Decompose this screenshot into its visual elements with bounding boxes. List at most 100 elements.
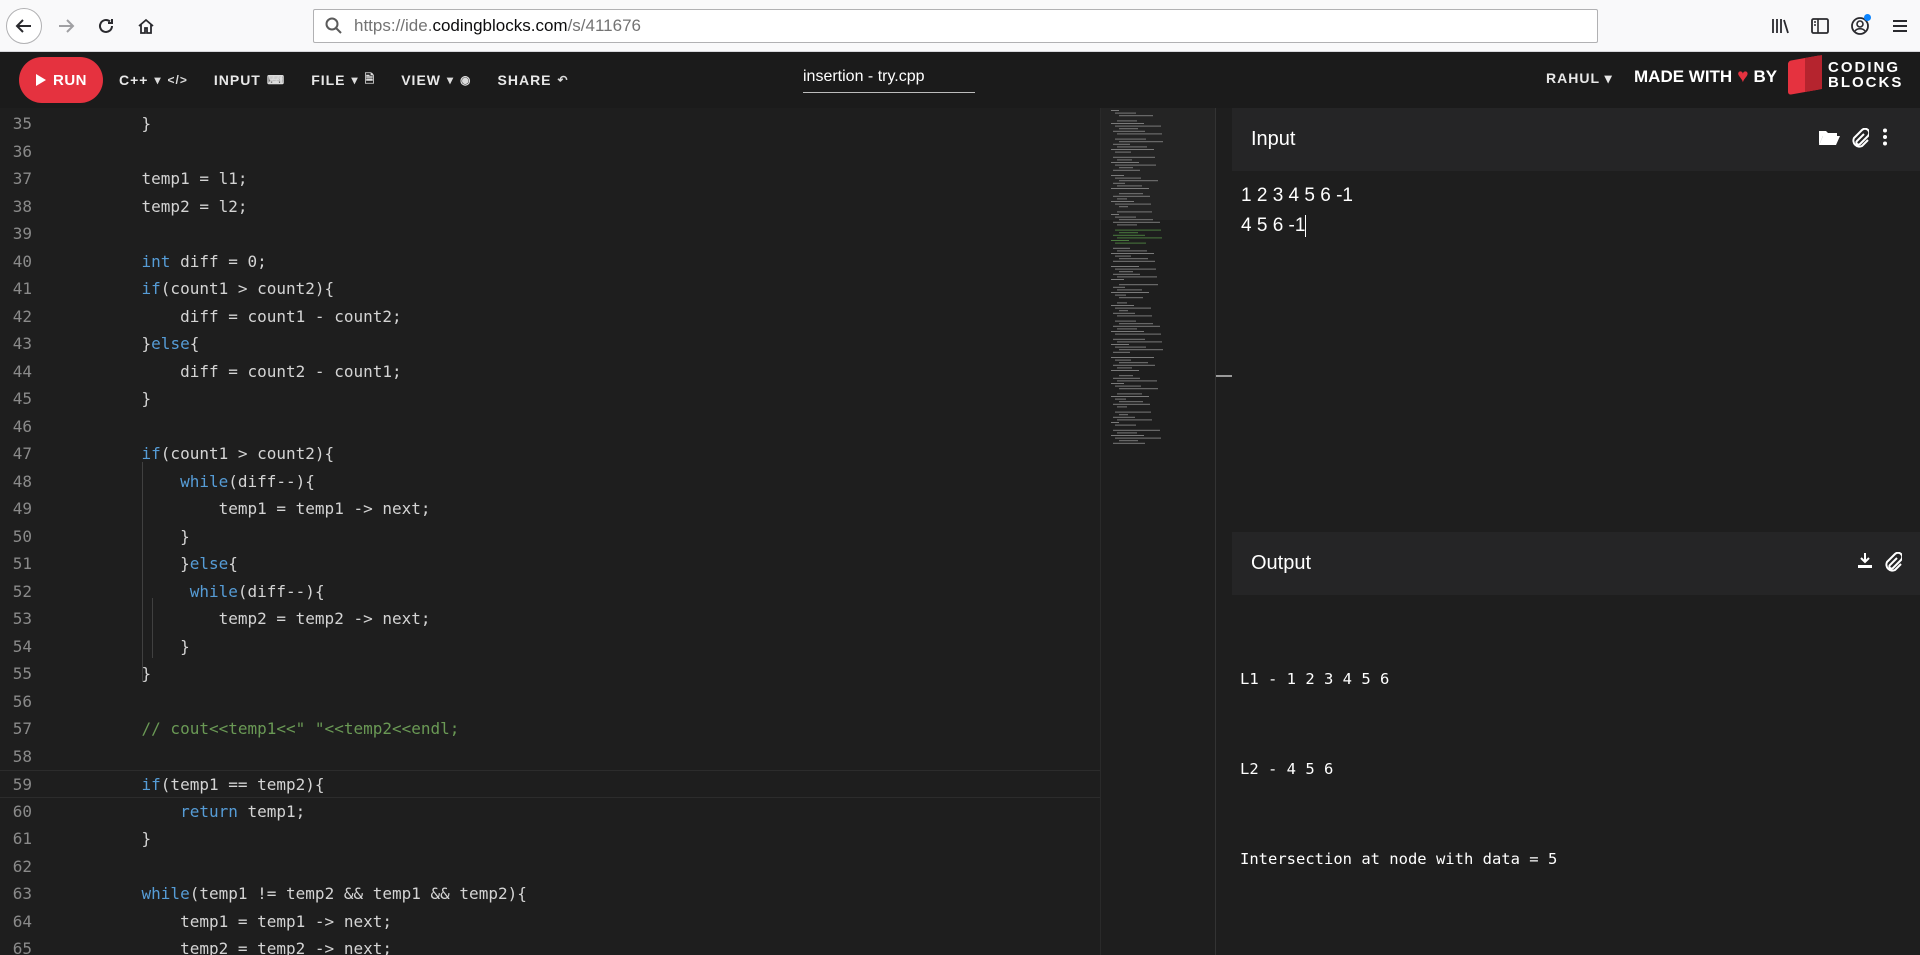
minimap-line	[1119, 323, 1153, 325]
code-line[interactable]: 45 }	[0, 385, 1100, 413]
code-line[interactable]: 60 return temp1;	[0, 798, 1100, 826]
reload-button[interactable]	[88, 8, 124, 44]
line-number: 45	[12, 389, 32, 408]
language-menu[interactable]: C++ ▾ </>	[119, 72, 188, 88]
code-line[interactable]: 54 }	[0, 633, 1100, 661]
minimap-line	[1117, 419, 1152, 421]
code-text: diff = count2 - count1;	[103, 358, 402, 386]
code-editor[interactable]: 35 } 36 37 temp1 = l1; 38 temp2 = l2; 39 40 i…	[0, 108, 1100, 955]
code-line[interactable]: 49 temp1 = temp1 -> next;	[0, 495, 1100, 523]
code-line[interactable]: 36	[0, 138, 1100, 166]
code-line[interactable]: 53 temp2 = temp2 -> next;	[0, 605, 1100, 633]
paperclip-icon[interactable]	[1851, 127, 1871, 153]
code-line[interactable]: 57 // cout<<temp1<<" "<<temp2<<endl;	[0, 715, 1100, 743]
code-line[interactable]: 52 while(diff--){	[0, 578, 1100, 606]
code-line[interactable]: 62	[0, 853, 1100, 881]
line-number: 64	[12, 911, 32, 931]
code-line[interactable]: 51 }else{	[0, 550, 1100, 578]
minimap-line	[1113, 169, 1140, 171]
download-icon[interactable]	[1857, 552, 1873, 575]
minimap-line	[1117, 185, 1142, 187]
view-menu[interactable]: VIEW ▾ ◉	[401, 72, 471, 88]
account-button[interactable]	[1840, 8, 1880, 44]
code-line[interactable]: 39	[0, 220, 1100, 248]
code-line[interactable]: 46	[0, 413, 1100, 441]
code-text: while(temp1 != temp2 && temp1 && temp2){	[103, 880, 527, 908]
code-line[interactable]: 64 temp1 = temp1 -> next;	[0, 908, 1100, 936]
file-menu[interactable]: FILE ▾ 🗎	[311, 70, 375, 91]
minimap-line	[1111, 188, 1149, 189]
stdin-textarea[interactable]: 1 2 3 4 5 6 -1 4 5 6 -1	[1241, 181, 1353, 241]
code-line[interactable]: 55 }	[0, 660, 1100, 688]
minimap-line	[1111, 396, 1149, 397]
code-line[interactable]: 50 }	[0, 523, 1100, 551]
code-token: temp2 = temp2 -> next;	[103, 939, 392, 955]
code-line[interactable]: 48 while(diff--){	[0, 468, 1100, 496]
code-line[interactable]: 65 temp2 = temp2 -> next;	[0, 935, 1100, 955]
code-line[interactable]: 63 while(temp1 != temp2 && temp1 && temp…	[0, 880, 1100, 908]
folder-open-icon[interactable]	[1818, 128, 1840, 151]
code-token: (diff--){	[237, 581, 325, 601]
paperclip-icon[interactable]	[1884, 551, 1904, 577]
line-number: 62	[12, 856, 32, 876]
line-number: 36	[12, 141, 32, 161]
code-text: temp1 = temp1 -> next;	[103, 495, 431, 523]
code-token: {	[228, 554, 238, 573]
minimap-line	[1115, 255, 1131, 257]
input-line: 4 5 6 -1	[1241, 215, 1306, 236]
code-line[interactable]: 38 temp2 = l2;	[0, 193, 1100, 221]
user-menu[interactable]: RAHUL ▾	[1546, 70, 1613, 87]
line-number: 40	[12, 251, 32, 271]
code-text: temp2 = l2;	[103, 193, 248, 221]
minimap-line	[1111, 279, 1124, 280]
code-token: (count1 > count2){	[160, 444, 335, 463]
code-line[interactable]: 59 if(temp1 == temp2){	[0, 770, 1100, 798]
code-line[interactable]: 37 temp1 = l1;	[0, 165, 1100, 193]
scroll-thumb[interactable]	[1216, 375, 1232, 377]
more-vertical-icon[interactable]	[1882, 128, 1888, 151]
minimap[interactable]	[1100, 108, 1215, 955]
code-line[interactable]: 56	[0, 688, 1100, 716]
minimap-line	[1119, 284, 1158, 286]
code-line[interactable]: 42 diff = count1 - count2;	[0, 303, 1100, 331]
code-line[interactable]: 40 int diff = 0;	[0, 248, 1100, 276]
brand-line-1: CODING	[1828, 59, 1900, 76]
keyboard-icon: ⌨	[266, 73, 286, 87]
minimap-line	[1115, 216, 1136, 218]
library-button[interactable]	[1760, 8, 1800, 44]
code-token: }	[103, 664, 152, 683]
code-token: temp1;	[237, 801, 306, 821]
code-text: if(count1 > count2){	[103, 275, 335, 303]
run-button[interactable]: RUN	[19, 57, 103, 103]
filename-field[interactable]: insertion - try.cpp	[803, 64, 975, 93]
code-line[interactable]: 47 if(count1 > count2){	[0, 440, 1100, 468]
code-line[interactable]: 41 if(count1 > count2){	[0, 275, 1100, 303]
minimap-line	[1115, 229, 1161, 231]
forward-button[interactable]	[48, 8, 84, 44]
menu-button[interactable]	[1880, 8, 1920, 44]
minimap-line	[1113, 182, 1125, 184]
code-line[interactable]: 43 }else{	[0, 330, 1100, 358]
code-text: if(count1 > count2){	[103, 440, 335, 468]
input-toggle[interactable]: INPUT ⌨	[214, 72, 285, 88]
sidebar-button[interactable]	[1800, 8, 1840, 44]
minimap-line	[1119, 258, 1148, 260]
code-line[interactable]: 44 diff = count2 - count1;	[0, 358, 1100, 386]
minimap-line	[1117, 393, 1142, 395]
minimap-line	[1119, 219, 1153, 221]
editor-scrollbar[interactable]	[1215, 108, 1232, 955]
keyword-token: while	[189, 581, 238, 601]
input-label: INPUT	[213, 72, 261, 88]
coding-blocks-logo[interactable]: CODING BLOCKS	[1788, 55, 1903, 95]
minimap-line	[1115, 125, 1161, 127]
url-bar[interactable]: https://ide. codingblocks.com/s/411676	[313, 9, 1598, 43]
code-line[interactable]: 35 }	[0, 110, 1100, 138]
minimap-line	[1113, 338, 1145, 340]
back-button[interactable]	[6, 8, 42, 44]
home-button[interactable]	[128, 8, 164, 44]
code-line[interactable]: 58	[0, 743, 1100, 771]
keyword-token: while	[141, 884, 190, 903]
code-line[interactable]: 61 }	[0, 825, 1100, 853]
share-button[interactable]: SHARE ↶	[498, 72, 569, 88]
